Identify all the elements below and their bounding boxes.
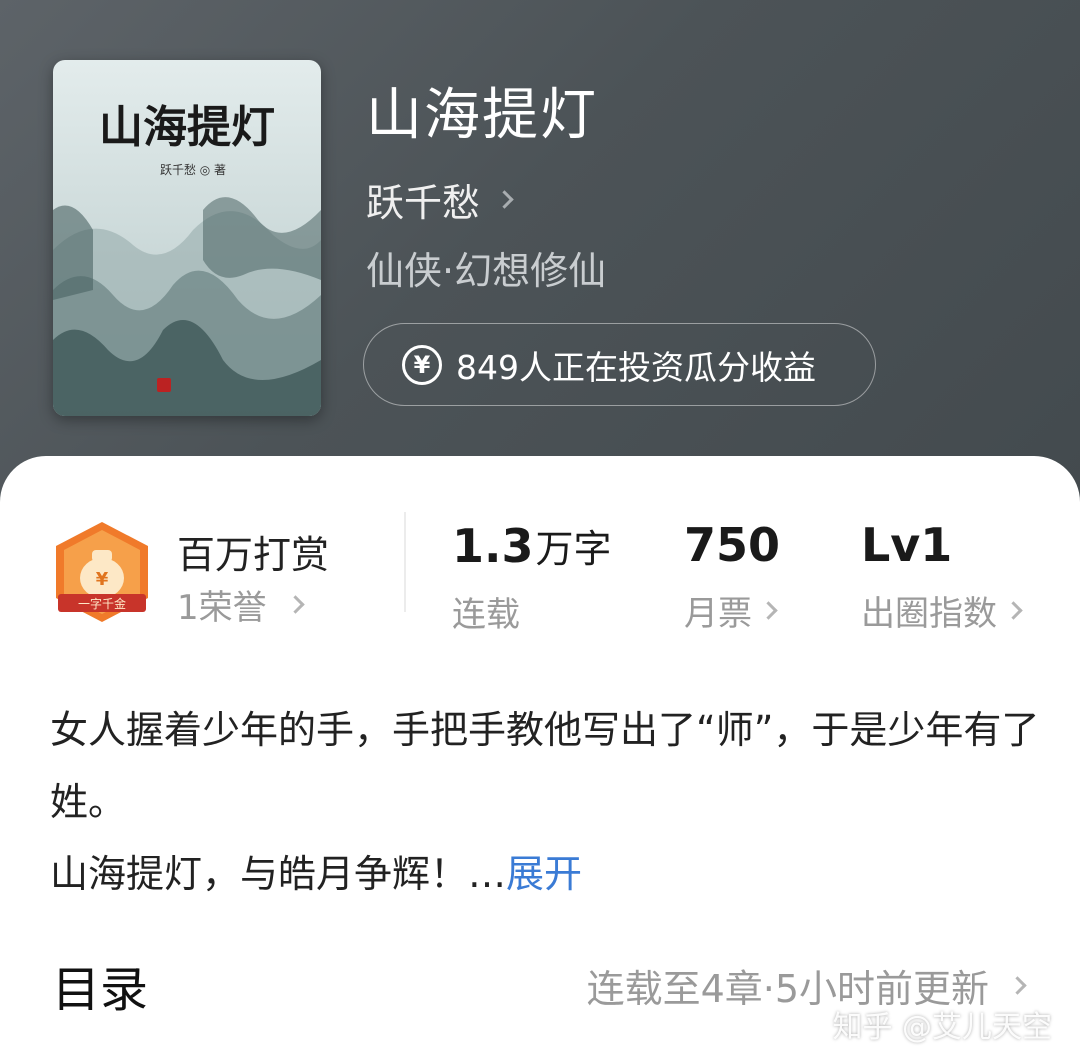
book-header: 山海提灯 跃千愁 ◎ 著 山海提灯 跃千愁 仙侠·幻想修仙 ¥ 849人正在投资… — [0, 0, 1080, 520]
stat-breakout-index[interactable]: Lv1 出圈指数 — [861, 518, 1023, 635]
synopsis-ellipsis: … — [468, 852, 507, 896]
reward-honor[interactable]: 1荣誉 — [177, 580, 305, 629]
cover-title: 山海提灯 — [99, 102, 275, 153]
book-title: 山海提灯 — [366, 83, 598, 148]
synopsis-line-1: 女人握着少年的手，手把手教他写出了“师”，于是少年有了姓。 — [50, 708, 1040, 824]
toc-title[interactable]: 目录 — [52, 950, 148, 1020]
honor-label: 1荣誉 — [177, 588, 267, 628]
chevron-right-icon — [1008, 976, 1027, 995]
stat-monthly-tickets[interactable]: 750 月票 — [684, 518, 780, 635]
word-count-unit: 万字 — [535, 527, 612, 571]
breakout-label: 出圈指数 — [861, 594, 997, 634]
serial-status: 连载 — [452, 595, 520, 635]
invest-button[interactable]: ¥ 849人正在投资瓜分收益 — [363, 323, 876, 406]
money-bag-icon[interactable]: ¥ 一字千金 — [50, 520, 154, 626]
stat-word-count: 1.3 万字 连载 — [452, 518, 612, 636]
monthly-ticket-value: 750 — [684, 518, 781, 572]
author-link[interactable]: 跃千愁 — [366, 172, 514, 227]
chevron-right-icon — [285, 595, 305, 614]
book-cover[interactable]: 山海提灯 跃千愁 ◎ 著 — [53, 60, 321, 416]
chevron-right-icon — [495, 190, 514, 209]
stat-divider — [404, 512, 406, 612]
synopsis[interactable]: 女人握着少年的手，手把手教他写出了“师”，于是少年有了姓。 山海提灯，与皓月争辉… — [50, 694, 1040, 910]
chevron-right-icon — [1004, 601, 1023, 620]
chevron-right-icon — [759, 601, 778, 620]
reward-title[interactable]: 百万打赏 — [177, 524, 329, 579]
expand-link[interactable]: 展开 — [506, 852, 582, 896]
watermark: 知乎 @艾儿天空 — [832, 1010, 1052, 1045]
breakout-value: Lv1 — [861, 518, 953, 572]
svg-text:¥: ¥ — [96, 569, 109, 590]
cover-art-image: 山海提灯 跃千愁 ◎ 著 — [53, 60, 321, 416]
genre-tag[interactable]: 仙侠·幻想修仙 — [366, 240, 606, 295]
author-name: 跃千愁 — [366, 181, 481, 225]
monthly-ticket-label: 月票 — [684, 594, 752, 634]
badge-text: 一字千金 — [78, 596, 126, 611]
invest-label: 849人正在投资瓜分收益 — [456, 347, 816, 387]
cover-author: 跃千愁 ◎ 著 — [160, 163, 226, 177]
word-count-value: 1.3 — [452, 519, 534, 573]
synopsis-line-2: 山海提灯，与皓月争辉！ — [50, 852, 469, 896]
yen-coin-icon: ¥ — [402, 344, 442, 385]
